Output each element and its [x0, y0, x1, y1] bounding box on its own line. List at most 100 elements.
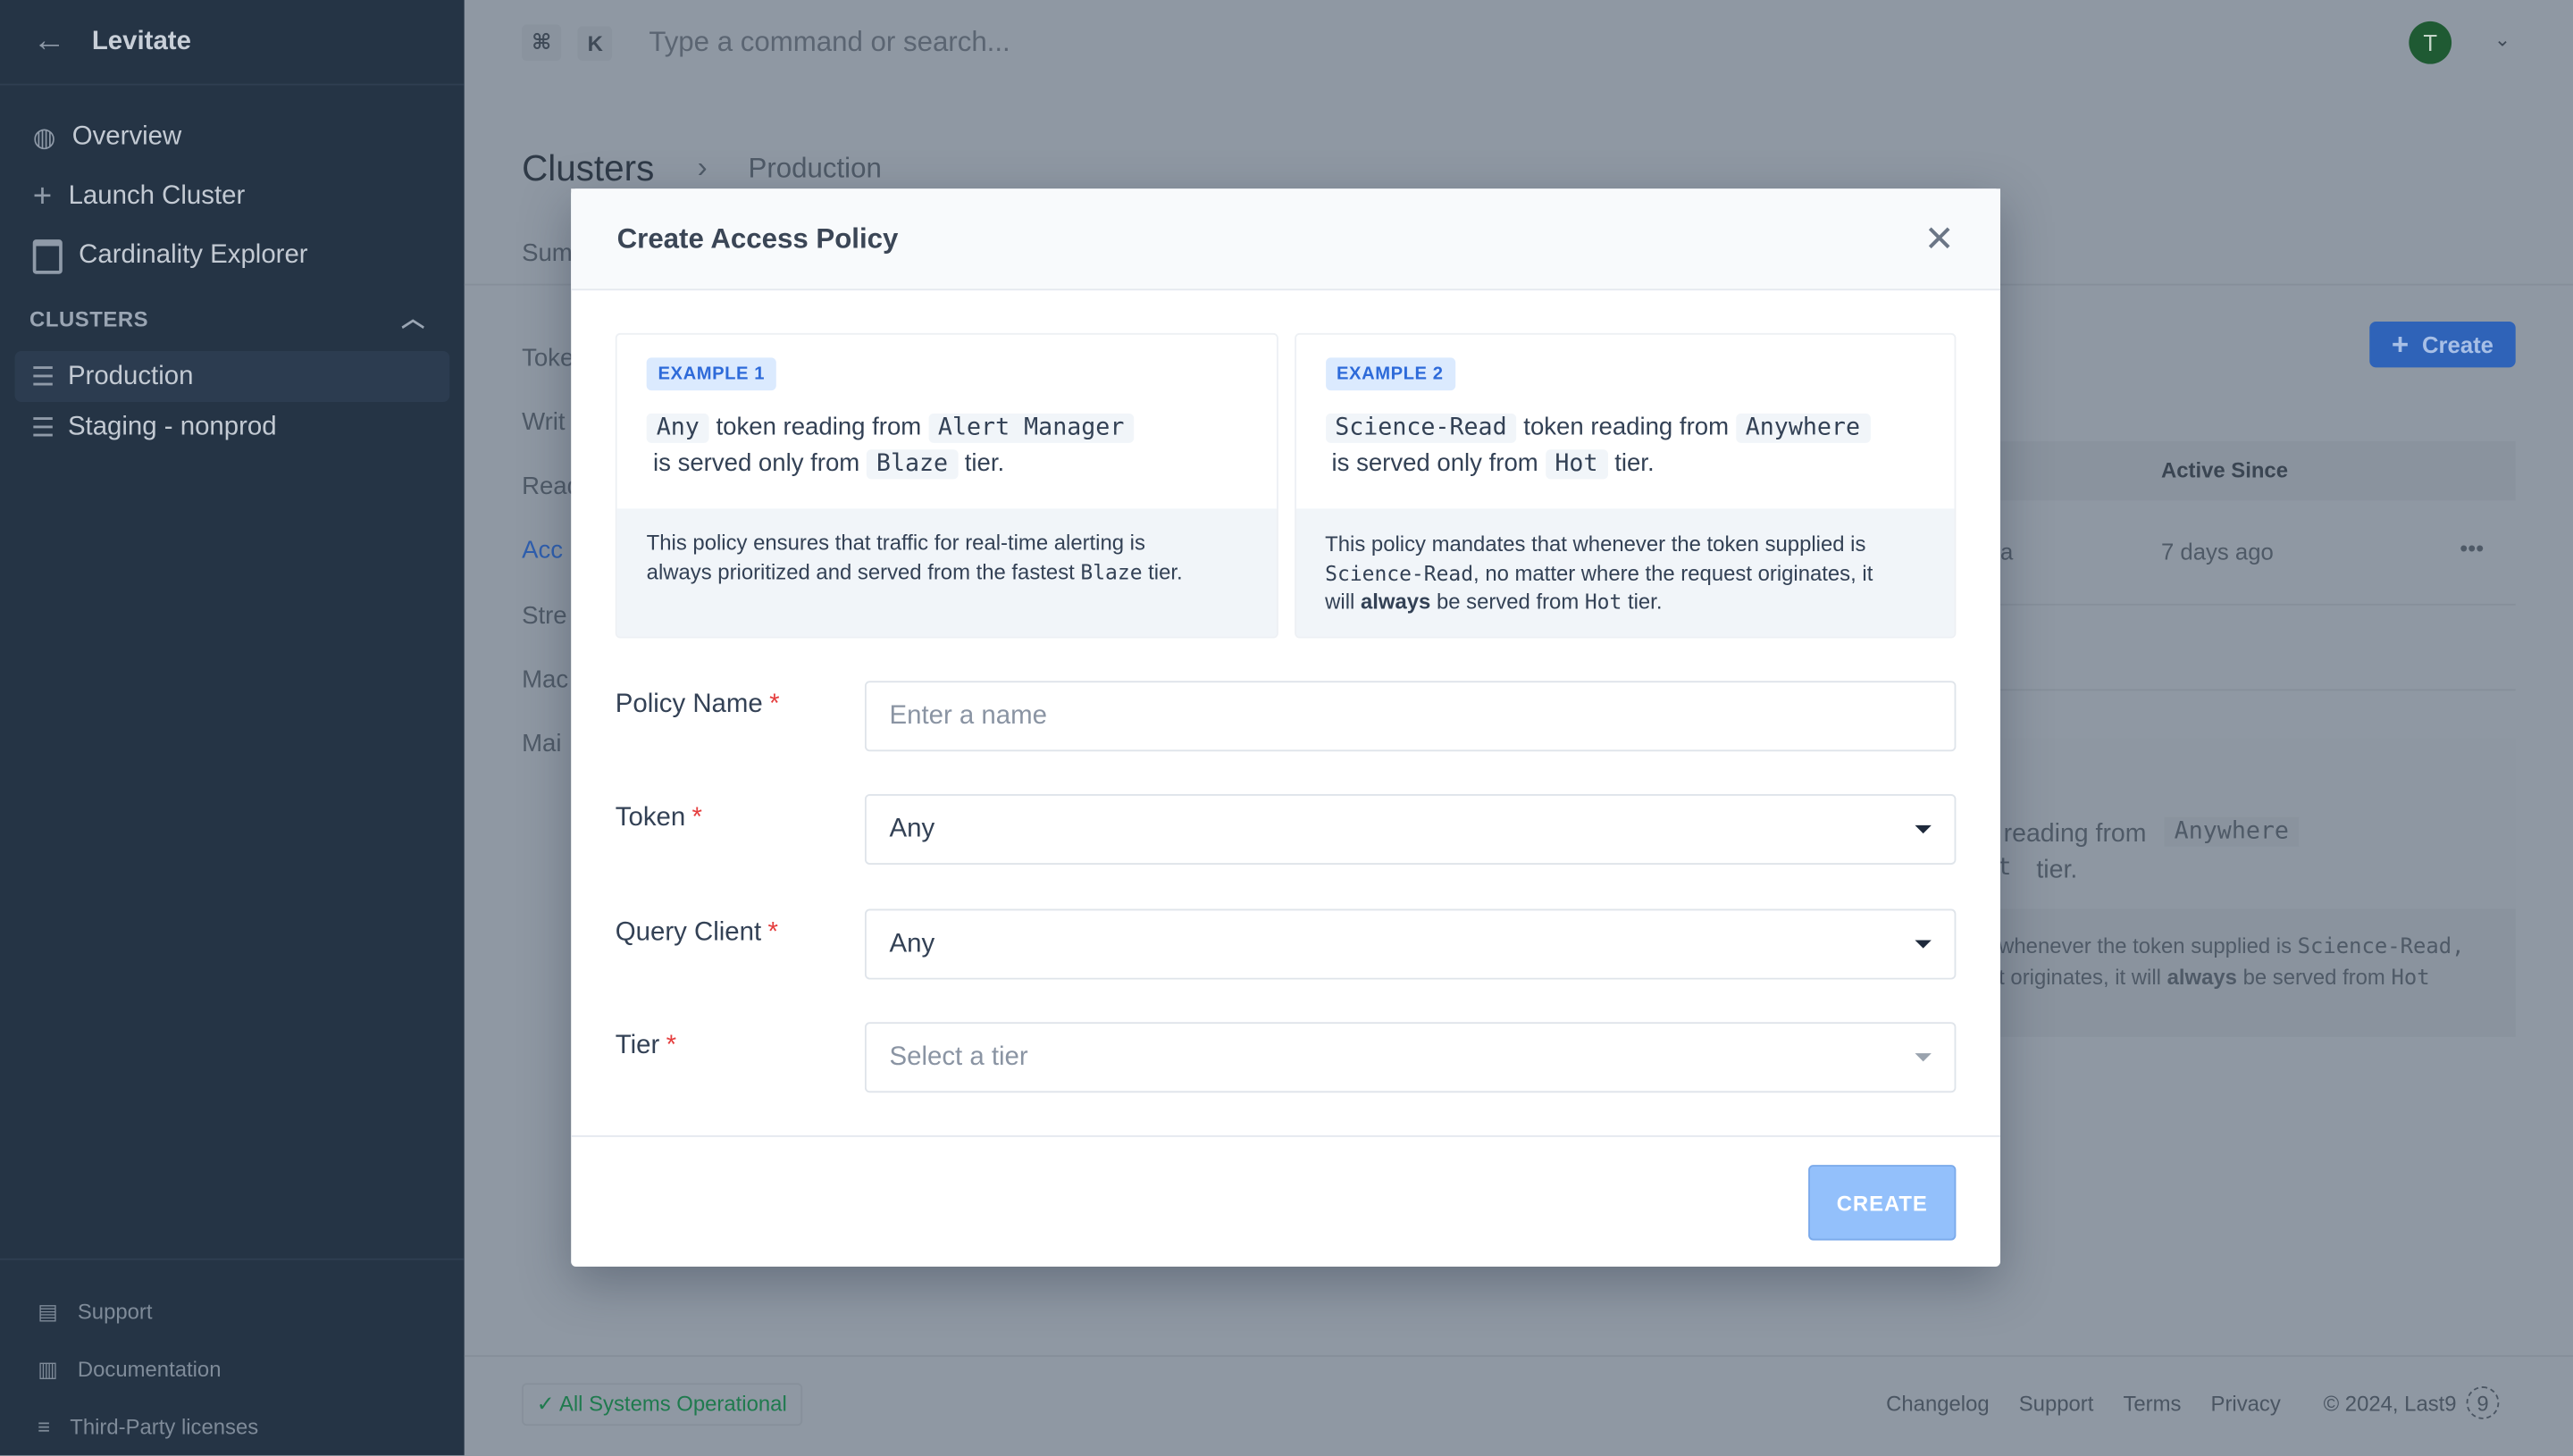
side-tab-active[interactable]: Acc: [522, 537, 563, 565]
link-label: Third-Party licenses: [70, 1414, 259, 1439]
avatar[interactable]: T: [2409, 21, 2452, 64]
breadcrumb-separator-icon: ›: [697, 150, 708, 184]
sidebar-item-label: Cardinality Explorer: [79, 241, 308, 270]
tier-select[interactable]: Select a tier: [864, 1022, 1957, 1093]
sidebar-support-link[interactable]: ▤ Support: [0, 1283, 465, 1340]
status-text: All Systems Operational: [558, 1391, 787, 1417]
policy-name-input[interactable]: Enter a name: [864, 681, 1957, 752]
row-more-icon[interactable]: •••: [2460, 535, 2484, 561]
policy-name-label: Policy Name *: [615, 690, 780, 719]
card-code: Anywhere: [2164, 816, 2299, 847]
policy-name-row: Policy Name * Enter a name: [615, 681, 1957, 752]
example-description: This policy ensures that traffic for rea…: [616, 508, 1277, 637]
sidebar-header: ← Levitate: [0, 0, 465, 86]
book-icon: ▥: [38, 1356, 58, 1381]
side-tab[interactable]: Stre: [522, 602, 567, 630]
sidebar-cluster-staging[interactable]: ☰ Staging - nonprod: [15, 402, 450, 453]
example-card-2: EXAMPLE 2 Science-Read token reading fro…: [1294, 332, 1957, 639]
plus-icon: +: [2391, 327, 2410, 361]
command-bar[interactable]: ⌘ K Type a command or search...: [465, 0, 2573, 86]
sidebar-cluster-production[interactable]: ☰ Production: [14, 351, 450, 403]
footer-link-terms[interactable]: Terms: [2123, 1392, 2181, 1419]
row-name-fragment: a: [1999, 538, 2014, 565]
link-label: Documentation: [77, 1356, 222, 1382]
cmd-key: ⌘: [522, 24, 562, 61]
example-line: Any token reading from Alert Manager: [646, 413, 1135, 443]
card-text: reading from: [2003, 820, 2147, 849]
column-header-active-since: Active Since: [2160, 457, 2289, 483]
side-tab[interactable]: Writ: [522, 408, 565, 436]
copyright: © 2024, Last9: [2323, 1391, 2457, 1417]
example-line: is served only from Blaze tier.: [653, 449, 1005, 480]
footer-link-support[interactable]: Support: [2019, 1392, 2094, 1419]
card-text: tier.: [2036, 856, 2078, 885]
card-desc: whenever the token supplied is Science-R…: [1999, 933, 2465, 992]
calendar-icon: [32, 238, 63, 273]
command-search-input[interactable]: Type a command or search...: [649, 26, 1010, 59]
side-tab[interactable]: Mai: [522, 730, 561, 757]
example-card-1: EXAMPLE 1 Any token reading from Alert M…: [615, 332, 1278, 639]
tier-placeholder: Select a tier: [889, 1042, 1028, 1071]
sidebar-item-label: Overview: [71, 122, 182, 151]
tab-summary[interactable]: Sum: [522, 239, 573, 267]
server-stack-icon: ☰: [30, 363, 55, 392]
system-status-badge[interactable]: ✓ All Systems Operational: [522, 1383, 802, 1427]
close-icon[interactable]: ✕: [1924, 217, 1955, 260]
modal-title: Create Access Policy: [616, 222, 899, 254]
example-line: is served only from Hot tier.: [1331, 449, 1655, 480]
create-label: Create: [2421, 331, 2494, 358]
modal-header: Create Access Policy ✕: [571, 188, 2000, 291]
cluster-label: Production: [67, 362, 194, 390]
examples: EXAMPLE 1 Any token reading from Alert M…: [615, 332, 1957, 639]
k-key: K: [577, 25, 613, 61]
back-arrow-icon[interactable]: ←: [33, 23, 66, 61]
plus-icon: +: [32, 178, 53, 214]
token-value: Any: [889, 814, 935, 843]
sidebar-item-cardinality-explorer[interactable]: Cardinality Explorer: [0, 226, 465, 285]
create-button[interactable]: CREATE: [1808, 1165, 1957, 1241]
chevron-down-icon[interactable]: ⌄: [2494, 28, 2510, 51]
example-badge: EXAMPLE 1: [646, 357, 776, 391]
link-label: Support: [77, 1299, 153, 1325]
breadcrumb-clusters[interactable]: Clusters: [522, 147, 654, 190]
sidebar-item-launch-cluster[interactable]: + Launch Cluster: [0, 167, 465, 226]
modal-footer: CREATE: [571, 1135, 2000, 1267]
chevron-up-icon[interactable]: ︿: [401, 302, 424, 335]
query-client-row: Query Client * Any: [615, 908, 1957, 980]
tier-label: Tier *: [615, 1032, 677, 1060]
sidebar-item-label: Launch Cluster: [68, 181, 246, 211]
list-icon: ≡: [38, 1414, 51, 1439]
token-label: Token *: [615, 804, 703, 833]
token-select[interactable]: Any: [864, 793, 1957, 865]
chat-icon: ▤: [38, 1298, 58, 1324]
row-active-since: 7 days ago: [2160, 538, 2274, 565]
footer: ✓ All Systems Operational Changelog Supp…: [464, 1355, 2573, 1455]
sidebar-item-overview[interactable]: ◍ Overview: [0, 108, 465, 167]
query-client-select[interactable]: Any: [864, 908, 1957, 980]
example-badge: EXAMPLE 2: [1325, 357, 1455, 391]
caret-down-icon: [1915, 824, 1932, 834]
caret-down-icon: [1915, 940, 1932, 949]
create-policy-button[interactable]: + Create: [2369, 322, 2516, 368]
caret-down-icon: [1915, 1053, 1932, 1062]
clusters-heading: CLUSTERS: [29, 305, 149, 331]
cluster-label: Staging - nonprod: [67, 412, 277, 441]
example-line: Science-Read token reading from Anywhere: [1325, 413, 1871, 443]
side-tab[interactable]: Toke: [522, 345, 574, 372]
tier-row: Tier * Select a tier: [615, 1022, 1957, 1093]
app-name: Levitate: [91, 27, 191, 55]
clusters-section-header[interactable]: CLUSTERS ︿: [0, 286, 465, 351]
side-tab[interactable]: Mac: [522, 666, 568, 694]
last9-logo-icon: 9: [2466, 1386, 2500, 1419]
policy-name-placeholder: Enter a name: [889, 701, 1047, 730]
sidebar-licenses-link[interactable]: ≡ Third-Party licenses: [0, 1398, 465, 1455]
footer-link-privacy[interactable]: Privacy: [2211, 1392, 2281, 1419]
server-stack-icon: ☰: [30, 414, 55, 443]
example-description: This policy mandates that whenever the t…: [1295, 508, 1955, 637]
check-icon: ✓: [536, 1391, 559, 1417]
sidebar-documentation-link[interactable]: ▥ Documentation: [0, 1341, 465, 1398]
query-client-value: Any: [889, 929, 935, 958]
footer-link-changelog[interactable]: Changelog: [1886, 1392, 1990, 1419]
query-client-label: Query Client *: [615, 918, 778, 947]
globe-search-icon: ◍: [32, 124, 56, 153]
